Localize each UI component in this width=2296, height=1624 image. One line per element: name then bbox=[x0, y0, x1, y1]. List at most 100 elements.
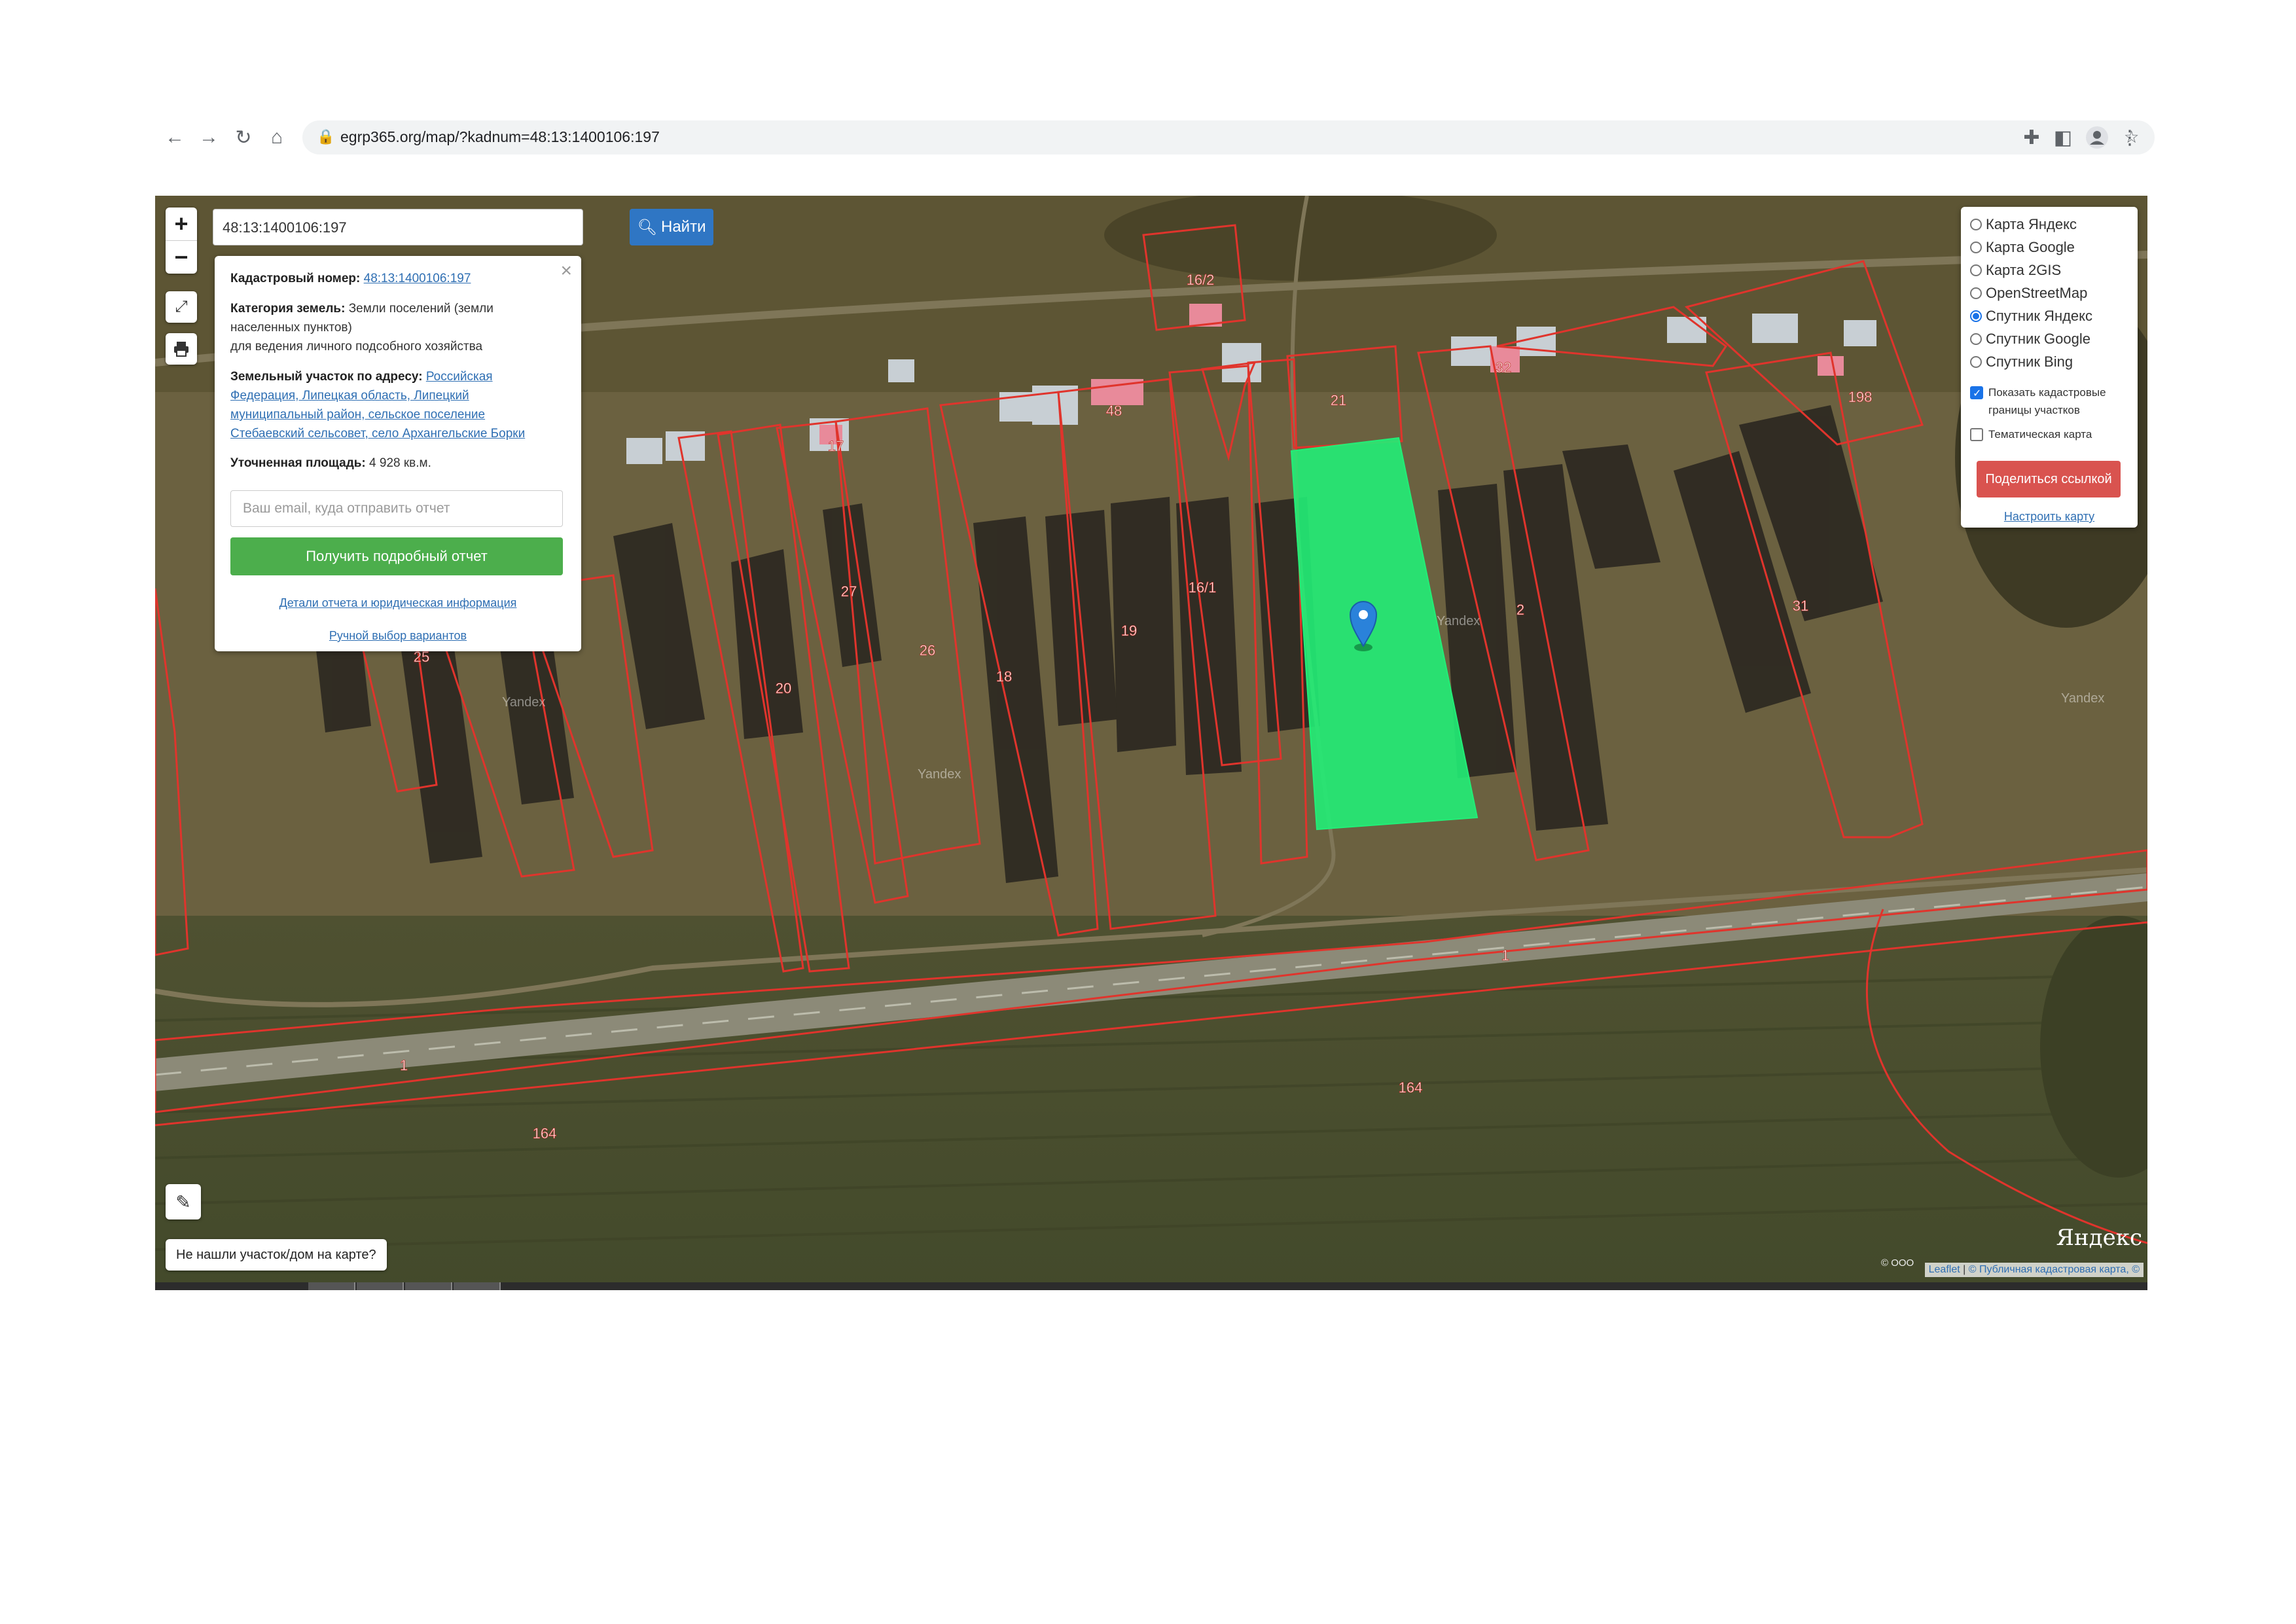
plot-label: 21 bbox=[1331, 392, 1346, 408]
plot-info-popup: × Кадастровый номер: 48:13:1400106:197 К… bbox=[215, 256, 581, 651]
plot-label: 164 bbox=[533, 1125, 557, 1142]
address-label: Земельный участок по адресу: bbox=[230, 370, 423, 384]
yandex-watermark: Yandex bbox=[918, 767, 961, 782]
reload-icon[interactable]: ↻ bbox=[229, 123, 258, 152]
plot-label: 198 bbox=[1848, 389, 1873, 405]
layer-option-label: Карта Яндекс bbox=[1986, 216, 2077, 232]
print-button[interactable] bbox=[166, 333, 197, 365]
pencil-icon: ✎ bbox=[175, 1191, 191, 1212]
area-row: Уточненная площадь: 4 928 кв.м. bbox=[230, 454, 558, 473]
land-category-value: для ведения личного подсобного хозяйства bbox=[230, 340, 483, 353]
address-bar[interactable]: 🔒 egrp365.org/map/?kadnum=48:13:1400106:… bbox=[302, 120, 2155, 154]
profile-icon[interactable] bbox=[2083, 123, 2111, 152]
home-icon[interactable]: ⌂ bbox=[262, 123, 291, 152]
bottom-tab[interactable] bbox=[454, 1282, 501, 1290]
layer-option-osm[interactable]: OpenStreetMap bbox=[1970, 282, 2087, 304]
sidepanel-icon[interactable]: ◧ bbox=[2049, 123, 2077, 152]
close-icon[interactable]: × bbox=[560, 260, 572, 282]
yandex-watermark: Yandex bbox=[2061, 691, 2104, 706]
bottom-tab[interactable] bbox=[308, 1282, 355, 1290]
address-link[interactable]: Федерация, Липецкая область, Липецкий bbox=[230, 389, 469, 403]
thematic-map-label: Тематическая карта bbox=[1988, 428, 2092, 441]
layer-option-bing-satellite[interactable]: Спутник Bing bbox=[1970, 351, 2073, 373]
cadastral-number-row: Кадастровый номер: 48:13:1400106:197 bbox=[230, 269, 558, 288]
share-link-button[interactable]: Поделиться ссылкой bbox=[1977, 461, 2121, 497]
email-input[interactable]: Ваш email, куда отправить отчет bbox=[230, 490, 563, 527]
fullscreen-button[interactable]: ⤢ bbox=[166, 291, 197, 323]
checkbox-checked[interactable] bbox=[1970, 385, 1983, 403]
layer-option-yandex-satellite[interactable]: Спутник Яндекс bbox=[1970, 305, 2092, 327]
plot-label: 48 bbox=[1106, 403, 1122, 419]
copyright-text: © ООО bbox=[1881, 1257, 1914, 1269]
layer-option-label: Карта Google bbox=[1986, 239, 2075, 255]
radio-button[interactable] bbox=[1970, 333, 1982, 345]
land-category-label: Категория земель: bbox=[230, 302, 346, 316]
cadastral-search-input[interactable]: 48:13:1400106:197 bbox=[213, 209, 583, 245]
plot-label: 31 bbox=[1793, 598, 1808, 614]
plot-label: 2 bbox=[1516, 602, 1524, 618]
back-icon[interactable]: ← bbox=[160, 123, 189, 152]
radio-button[interactable] bbox=[1970, 242, 1982, 253]
radio-button[interactable] bbox=[1970, 356, 1982, 368]
map-bottom-bar bbox=[155, 1282, 2147, 1290]
cadastral-number-link[interactable]: 48:13:1400106:197 bbox=[364, 272, 471, 285]
address-link[interactable]: Стебаевский сельсовет, село Архангельски… bbox=[230, 427, 525, 441]
report-details-link[interactable]: Детали отчета и юридическая информация bbox=[279, 596, 517, 609]
forward-icon[interactable]: → bbox=[194, 123, 223, 152]
radio-button[interactable] bbox=[1970, 287, 1982, 299]
layer-option-google-satellite[interactable]: Спутник Google bbox=[1970, 328, 2090, 350]
zoom-out-button[interactable]: − bbox=[166, 240, 197, 274]
layer-option-2gis-map[interactable]: Карта 2GIS bbox=[1970, 259, 2061, 281]
lock-icon[interactable]: 🔒 bbox=[317, 128, 334, 145]
yandex-watermark: Yandex bbox=[1437, 614, 1480, 628]
find-button-label: Найти bbox=[660, 218, 706, 236]
plot-label: 1 bbox=[1501, 947, 1509, 964]
bottom-tab[interactable] bbox=[357, 1282, 404, 1290]
manual-selection-link[interactable]: Ручной выбор вариантов bbox=[329, 629, 467, 642]
extensions-icon[interactable]: ✚ bbox=[2017, 123, 2046, 152]
layer-option-yandex-map[interactable]: Карта Яндекс bbox=[1970, 213, 2077, 236]
bottom-tab[interactable] bbox=[405, 1282, 452, 1290]
browser-toolbar: ← → ↻ ⌂ 🔒 egrp365.org/map/?kadnum=48:13:… bbox=[155, 118, 2155, 157]
land-category-value: населенных пунктов) bbox=[230, 321, 352, 334]
yandex-logo: Яндекс bbox=[2056, 1225, 2142, 1251]
find-button[interactable]: 🔍︎ Найти bbox=[630, 209, 713, 245]
address-link[interactable]: Российская bbox=[426, 370, 493, 384]
thematic-map-checkbox[interactable]: Тематическая карта bbox=[1970, 425, 2092, 443]
not-found-button[interactable]: Не нашли участок/дом на карте? bbox=[166, 1239, 387, 1271]
leaflet-link[interactable]: Leaflet bbox=[1929, 1264, 1960, 1275]
land-category-row: Категория земель: Земли поселений (земли… bbox=[230, 299, 558, 356]
address-link[interactable]: муниципальный район, сельское поселение bbox=[230, 408, 485, 422]
area-label: Уточненная площадь: bbox=[230, 456, 366, 470]
zoom-in-button[interactable]: + bbox=[166, 208, 197, 240]
plot-label: 20 bbox=[776, 680, 791, 696]
radio-button-selected[interactable] bbox=[1970, 310, 1982, 322]
cadastral-number-label: Кадастровый номер: bbox=[230, 272, 361, 285]
show-borders-checkbox[interactable]: Показать кадастровыеграницы участков bbox=[1970, 384, 2106, 419]
configure-map-link[interactable]: Настроить карту bbox=[2004, 510, 2094, 523]
radio-button[interactable] bbox=[1970, 264, 1982, 276]
draw-button[interactable]: ✎ bbox=[166, 1184, 201, 1219]
layer-option-label: Спутник Google bbox=[1986, 331, 2090, 347]
get-report-button[interactable]: Получить подробный отчет bbox=[230, 537, 563, 575]
plot-label: 164 bbox=[1399, 1079, 1423, 1096]
plot-label: 1 bbox=[400, 1057, 408, 1074]
address-url[interactable]: egrp365.org/map/?kadnum=48:13:1400106:19… bbox=[340, 128, 660, 146]
cadastral-map-link[interactable]: © Публичная кадастровая карта, © bbox=[1969, 1264, 2140, 1275]
map-attribution: Leaflet | © Публичная кадастровая карта,… bbox=[1924, 1263, 2144, 1277]
layer-option-google-map[interactable]: Карта Google bbox=[1970, 236, 2075, 259]
menu-icon[interactable]: ⋮ bbox=[2115, 123, 2144, 152]
map-area[interactable]: 16/2 21 32 198 17 48 27 26 25 20 18 19 1… bbox=[155, 196, 2147, 1290]
layer-option-label: Карта 2GIS bbox=[1986, 262, 2062, 278]
land-category-value: Земли поселений (земли bbox=[348, 302, 493, 316]
plot-label: 19 bbox=[1121, 623, 1137, 639]
layer-switcher: Карта Яндекс Карта Google Карта 2GIS Ope… bbox=[1961, 207, 2138, 528]
print-icon bbox=[174, 342, 188, 357]
checkbox[interactable] bbox=[1970, 428, 1983, 441]
show-borders-label: Показать кадастровые границы участков bbox=[1988, 386, 2106, 416]
plot-label: 16/2 bbox=[1187, 272, 1215, 288]
radio-button[interactable] bbox=[1970, 219, 1982, 230]
address-row: Земельный участок по адресу: Российская … bbox=[230, 367, 558, 443]
layer-option-label: Спутник Яндекс bbox=[1986, 308, 2093, 324]
layer-option-label: Спутник Bing bbox=[1986, 353, 2073, 370]
